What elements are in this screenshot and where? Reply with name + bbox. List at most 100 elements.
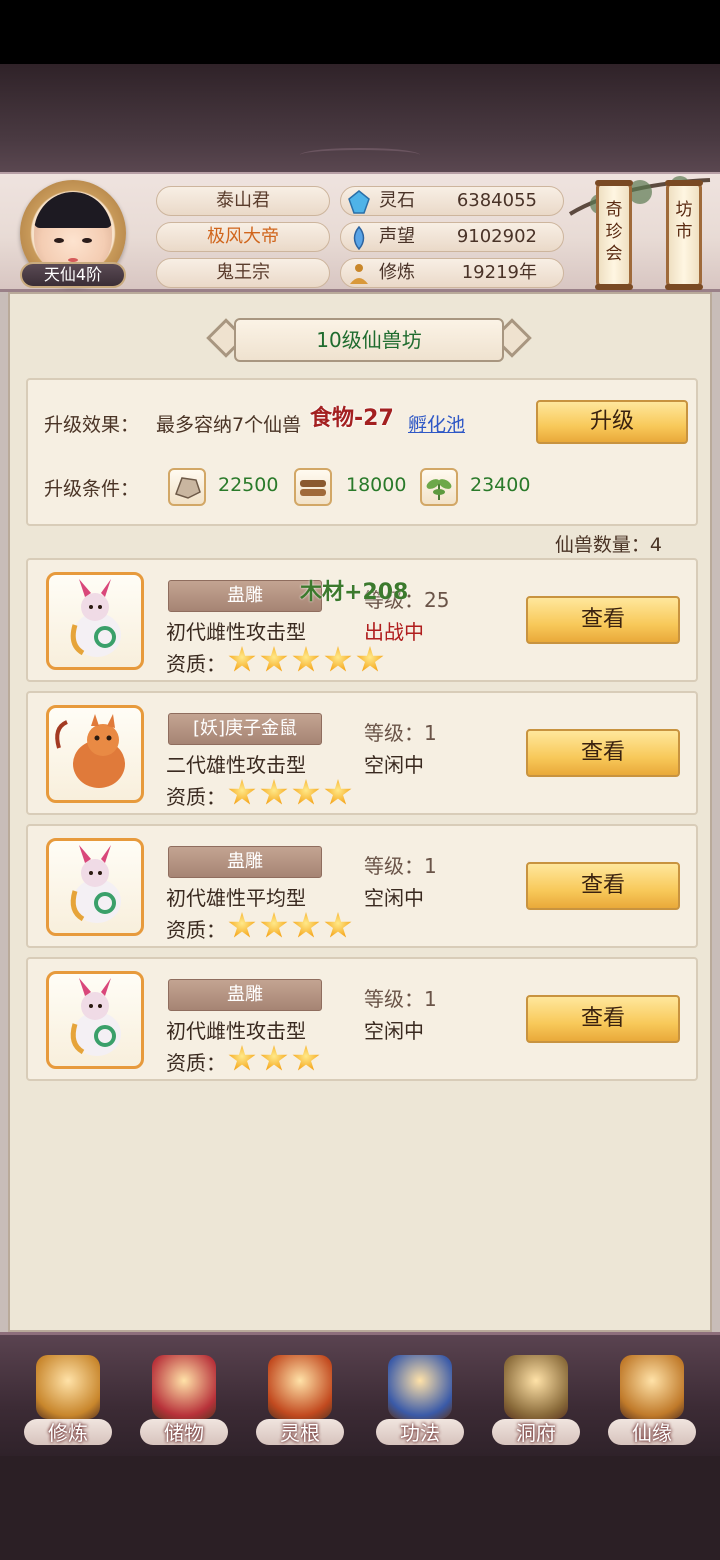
stone-resource-icon [168, 468, 206, 506]
star-icon [228, 779, 256, 805]
aptitude-label: 资质： [166, 1051, 226, 1075]
beast-name: 蛊雕 [168, 580, 322, 612]
wood-cost: 18000 [346, 474, 407, 496]
star-icon [292, 912, 320, 938]
aptitude-label: 资质： [166, 785, 226, 809]
wood-resource-icon [294, 468, 332, 506]
treasure-auction-button[interactable]: 奇 珍 会 [595, 180, 633, 290]
nav-label: 灵根 [280, 1421, 320, 1445]
wood-change-float: 木材+208 [300, 580, 409, 605]
beast-count: 仙兽数量：4 [554, 534, 662, 556]
nav-label: 洞府 [516, 1421, 556, 1445]
beast-card: 蛊雕初代雌性攻击型 资质： 等级：1 空闲中 查看 [26, 957, 698, 1081]
beast-status: 空闲中 [364, 753, 424, 777]
nav-item-1[interactable]: 储物 [134, 1347, 234, 1455]
star-icon [324, 779, 352, 805]
beast-name: [妖]庚子金鼠 [168, 713, 322, 745]
view-button[interactable]: 查看 [526, 596, 680, 644]
stat-spirit-stone: 灵石 6384055 [340, 186, 564, 216]
beast-name: 蛊雕 [168, 846, 322, 878]
player-title: 极风大帝 [156, 222, 330, 252]
stat-reputation: 声望 9102902 [340, 222, 564, 252]
beast-portrait[interactable] [46, 572, 144, 670]
star-icon [292, 1045, 320, 1071]
nav-item-4[interactable]: 洞府 [486, 1347, 586, 1455]
market-button[interactable]: 坊 市 [665, 180, 703, 290]
star-icon [356, 646, 384, 672]
rank-badge: 天仙4阶 [20, 262, 126, 288]
technique-book-icon [388, 1355, 452, 1419]
star-icon [292, 779, 320, 805]
cave-house-icon [504, 1355, 568, 1419]
reputation-icon [353, 226, 365, 250]
star-icon [228, 912, 256, 938]
beast-portrait[interactable] [46, 971, 144, 1069]
food-change-float: 食物-27 [310, 406, 394, 431]
storage-bag-icon [152, 1355, 216, 1419]
beast-level: 等级：1 [364, 987, 437, 1011]
star-icon [260, 779, 288, 805]
beast-type: 初代雌性攻击型 [166, 1019, 306, 1043]
upgrade-effect-label: 升级效果： [44, 414, 140, 436]
spirit-stone-icon [348, 190, 370, 214]
gourd-icon [620, 1355, 684, 1419]
aptitude-stars [228, 1045, 324, 1075]
star-icon [292, 646, 320, 672]
beast-status: 空闲中 [364, 886, 424, 910]
star-icon [324, 912, 352, 938]
nav-item-5[interactable]: 仙缘 [602, 1347, 702, 1455]
stat-cultivation: 修炼 19219年 [340, 258, 564, 288]
beast-name: 蛊雕 [168, 979, 322, 1011]
aptitude-label: 资质： [166, 918, 226, 942]
beast-card: 蛊雕初代雄性平均型 资质： 等级：1 空闲中 查看 [26, 824, 698, 948]
beast-type: 初代雄性平均型 [166, 886, 306, 910]
beast-type: 二代雄性攻击型 [166, 753, 306, 777]
star-icon [228, 646, 256, 672]
nav-item-3[interactable]: 功法 [370, 1347, 470, 1455]
aptitude-stars [228, 912, 356, 942]
star-icon [260, 1045, 288, 1071]
player-sect: 鬼王宗 [156, 258, 330, 288]
upgrade-button[interactable]: 升级 [536, 400, 688, 444]
star-icon [324, 646, 352, 672]
cultivation-icon [350, 264, 368, 284]
star-icon [260, 912, 288, 938]
player-header: 天仙4阶 泰山君 极风大帝 鬼王宗 灵石 6384055 声望 9102902 … [0, 172, 720, 292]
star-icon [260, 646, 288, 672]
upgrade-cond-label: 升级条件： [44, 478, 140, 500]
upgrade-section: 升级效果： 最多容纳7个仙兽 孵化池 食物-27 升级 升级条件： 22500 … [26, 378, 698, 526]
hatch-pool-link[interactable]: 孵化池 [408, 410, 465, 437]
upgrade-effect-text: 最多容纳7个仙兽 [156, 414, 302, 436]
bottom-nav: 修炼 储物 灵根 功法 洞府 仙缘 [0, 1332, 720, 1456]
beast-status: 空闲中 [364, 1019, 424, 1043]
view-button[interactable]: 查看 [526, 729, 680, 777]
bottom-decoration [0, 1456, 720, 1560]
beast-portrait[interactable] [46, 705, 144, 803]
beast-level: 等级：1 [364, 721, 437, 745]
nav-label: 储物 [164, 1421, 204, 1445]
herb-resource-icon [420, 468, 458, 506]
top-decoration [0, 64, 720, 172]
aptitude-stars [228, 646, 388, 676]
aptitude-stars [228, 779, 356, 809]
nav-label: 修炼 [48, 1421, 88, 1445]
content-area: 10级仙兽坊 升级效果： 最多容纳7个仙兽 孵化池 食物-27 升级 升级条件：… [0, 292, 720, 1332]
page-title: 10级仙兽坊 [234, 318, 504, 362]
spirit-root-icon [268, 1355, 332, 1419]
star-icon [228, 1045, 256, 1071]
beast-type: 初代雌性攻击型 [166, 620, 306, 644]
title-banner: 10级仙兽坊 [206, 316, 532, 364]
beast-level: 等级：1 [364, 854, 437, 878]
status-bar [0, 0, 720, 64]
stone-cost: 22500 [218, 474, 279, 496]
beast-workshop-panel: 10级仙兽坊 升级效果： 最多容纳7个仙兽 孵化池 食物-27 升级 升级条件：… [8, 292, 712, 1332]
beast-portrait[interactable] [46, 838, 144, 936]
view-button[interactable]: 查看 [526, 995, 680, 1043]
nav-item-2[interactable]: 灵根 [250, 1347, 350, 1455]
nav-label: 仙缘 [632, 1421, 672, 1445]
nav-label: 功法 [400, 1421, 440, 1445]
nav-item-0[interactable]: 修炼 [18, 1347, 118, 1455]
view-button[interactable]: 查看 [526, 862, 680, 910]
player-name: 泰山君 [156, 186, 330, 216]
herb-cost: 23400 [470, 474, 531, 496]
